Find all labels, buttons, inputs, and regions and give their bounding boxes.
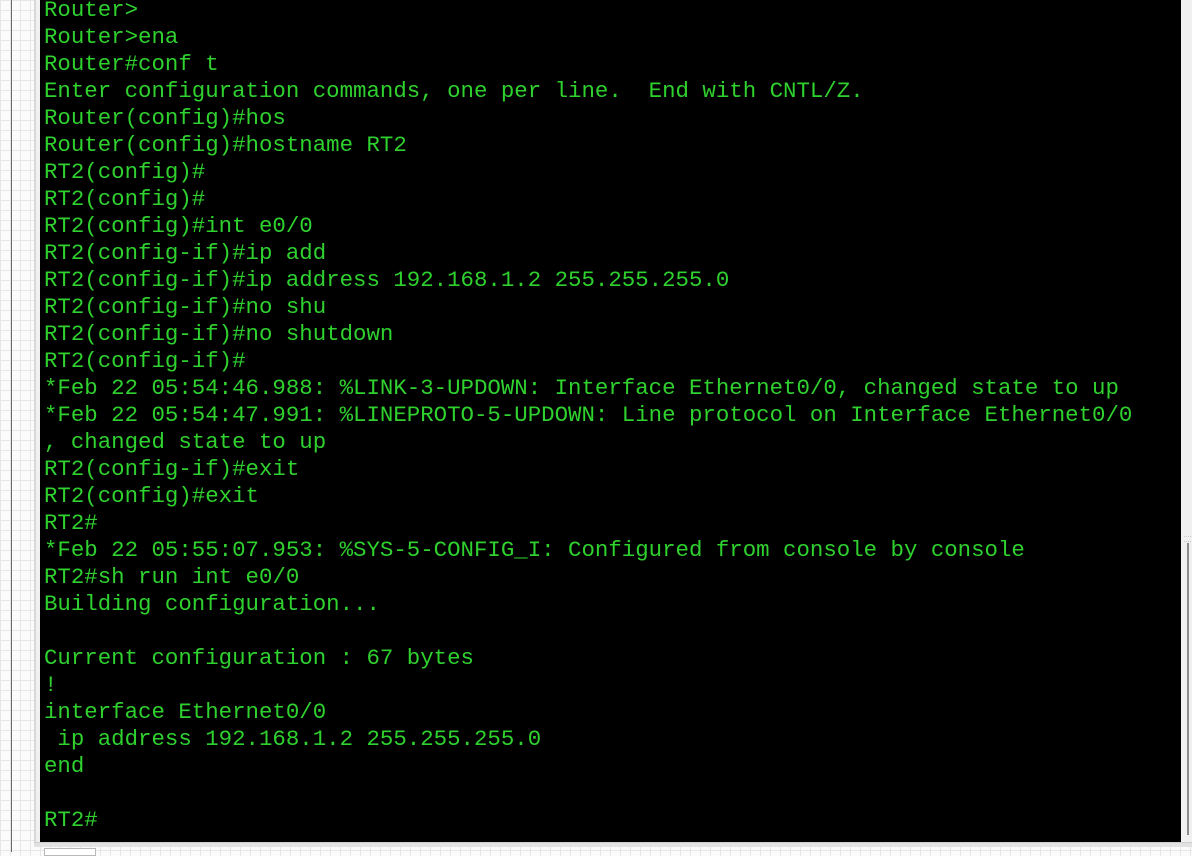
terminal-screen[interactable]: Router> Router>ena Router#conf t Enter conf… [40, 0, 1181, 842]
terminal-output: Router> Router>ena Router#conf t Enter conf… [44, 0, 1132, 834]
log-message-continuation: , changed state to up [44, 429, 327, 455]
terminal-line: Router> [44, 0, 139, 23]
scrollbar-thumb[interactable] [1187, 543, 1189, 835]
bottom-tab[interactable] [44, 848, 96, 856]
terminal-line: interface Ethernet0/0 [44, 699, 327, 725]
log-message: *Feb 22 05:54:47.991: %LINEPROTO-5-UPDOW… [44, 402, 1133, 428]
terminal-line: RT2# [44, 510, 98, 536]
terminal-line: Router(config)#hos [44, 105, 286, 131]
terminal-line: RT2(config)#exit [44, 483, 259, 509]
terminal-line: RT2(config)# [44, 159, 206, 185]
terminal-line: ip address 192.168.1.2 255.255.255.0 [44, 726, 542, 752]
terminal-line: RT2(config)# [44, 186, 206, 212]
log-message: *Feb 22 05:54:46.988: %LINK-3-UPDOWN: In… [44, 375, 1119, 401]
terminal-line: RT2(config-if)#ip address 192.168.1.2 25… [44, 267, 730, 293]
terminal-line: RT2(config-if)#no shutdown [44, 321, 394, 347]
terminal-line: RT2(config-if)#ip add [44, 240, 327, 266]
terminal-line: Building configuration... [44, 591, 380, 617]
terminal-line: Router#conf t [44, 51, 219, 77]
vertical-scrollbar[interactable] [1181, 0, 1192, 842]
terminal-line: Router>ena [44, 24, 179, 50]
terminal-prompt[interactable]: RT2# [44, 807, 1132, 834]
terminal-line: Current configuration : 67 bytes [44, 645, 474, 671]
scrollbar-grip-icon[interactable] [1184, 536, 1191, 542]
terminal-line: RT2(config-if)# [44, 348, 246, 374]
terminal-line: RT2#sh run int e0/0 [44, 564, 300, 590]
log-message: *Feb 22 05:55:07.953: %SYS-5-CONFIG_I: C… [44, 537, 1025, 563]
terminal-line: end [44, 753, 85, 779]
window-bottom-edge [34, 842, 1192, 847]
terminal-window: Router> Router>ena Router#conf t Enter conf… [34, 0, 1192, 846]
terminal-line: RT2(config-if)#exit [44, 456, 300, 482]
terminal-line: RT2(config-if)#no shu [44, 294, 327, 320]
terminal-line: RT2(config)#int e0/0 [44, 213, 313, 239]
terminal-line: Enter configuration commands, one per li… [44, 78, 864, 104]
terminal-line: ! [44, 672, 58, 698]
terminal-line: Router(config)#hostname RT2 [44, 132, 407, 158]
canvas-border [11, 0, 12, 852]
